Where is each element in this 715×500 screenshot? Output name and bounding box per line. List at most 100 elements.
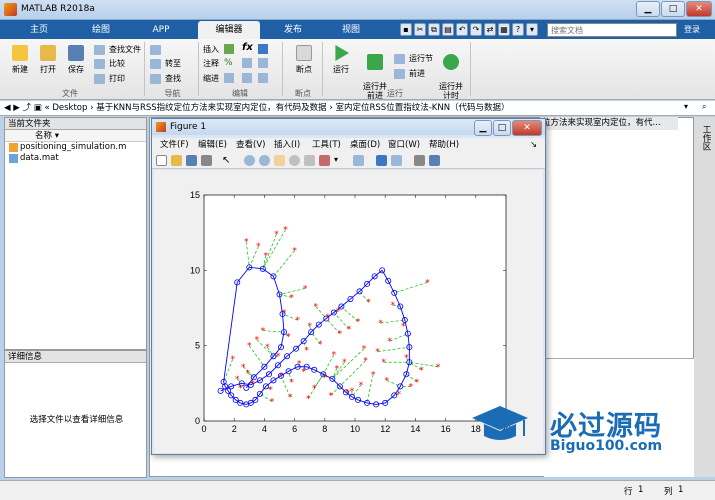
zoom-out-icon[interactable] (259, 155, 270, 166)
tab-plots[interactable]: 绘图 (70, 21, 132, 39)
nav-back-button[interactable] (150, 44, 165, 56)
zoom-in-icon[interactable] (244, 155, 255, 166)
wrap-comment-icon[interactable] (242, 58, 252, 68)
quick-layout-icon[interactable]: ▦ (498, 23, 510, 36)
smart-indent-icon[interactable] (224, 73, 234, 83)
insert-section-icon[interactable] (224, 44, 234, 54)
comment-button[interactable]: 注释 (203, 58, 219, 69)
save-button[interactable]: 保存 (64, 45, 88, 75)
tab-apps[interactable]: APP (130, 21, 192, 39)
help-icon[interactable]: ? (512, 23, 524, 36)
figure-maximize-button[interactable]: □ (493, 120, 511, 136)
advance-button[interactable]: 前进 (394, 68, 425, 80)
menu-help[interactable]: 帮助(H) (429, 138, 459, 152)
tab-publish[interactable]: 发布 (262, 21, 324, 39)
quick-undo-icon[interactable]: ↶ (456, 23, 468, 36)
uncomment-icon[interactable] (258, 58, 268, 68)
current-folder-address-bar[interactable]: ◀ ▶ ⤴ ▣ « Desktop › 基于KNN与RSS指纹定位方法来实现室内… (0, 101, 715, 116)
back-arrow-icon[interactable]: ◀ ▶ (4, 103, 20, 113)
data-cursor-icon[interactable] (304, 155, 315, 166)
menu-dock-icon[interactable]: ↘ (530, 138, 537, 152)
edit-plot-arrow-icon[interactable]: ↖ (222, 155, 233, 166)
quick-access-dropdown-icon[interactable]: ▾ (526, 23, 538, 36)
quick-save-icon[interactable]: ▪ (400, 23, 412, 36)
figure-minimize-button[interactable]: ▁ (474, 120, 492, 136)
run-section-button[interactable]: 运行节 (394, 53, 433, 65)
run-label: 运行 (333, 65, 349, 74)
quick-cut-icon[interactable]: ✂ (414, 23, 426, 36)
insert-function-icon[interactable] (258, 44, 268, 54)
compare-button[interactable]: 比较 (94, 58, 125, 70)
new-figure-icon[interactable] (156, 155, 167, 166)
increase-indent-icon[interactable] (242, 73, 252, 83)
quick-paste-icon[interactable]: ▤ (442, 23, 454, 36)
tab-view[interactable]: 视图 (320, 21, 382, 39)
search-docs-input[interactable] (547, 23, 677, 37)
new-button[interactable]: 新建 (8, 45, 32, 75)
tab-editor[interactable]: 编辑器 (198, 21, 260, 39)
col-value: 1 (678, 485, 684, 495)
browse-folder-icon[interactable]: ▣ (34, 103, 42, 113)
maximize-button[interactable]: □ (661, 1, 685, 17)
hide-plot-tools-icon[interactable] (414, 155, 425, 166)
col-label: 列 (664, 487, 673, 497)
insert-button[interactable]: 插入 (203, 44, 219, 55)
link-plot-icon[interactable] (353, 155, 364, 166)
menu-window[interactable]: 窗口(W) (388, 138, 420, 152)
estimate-star-marker: * (250, 379, 255, 389)
menu-file[interactable]: 文件(F) (160, 138, 189, 152)
search-icon[interactable]: ⌕ (702, 102, 706, 112)
print-button[interactable]: 打印 (94, 73, 125, 85)
legend-icon[interactable] (391, 155, 402, 166)
estimate-star-marker: * (244, 238, 249, 248)
quick-copy-icon[interactable]: ⧉ (428, 23, 440, 36)
menu-desktop[interactable]: 桌面(D) (350, 138, 380, 152)
file-item-data-mat[interactable]: data.mat (5, 153, 146, 164)
tab-home[interactable]: 主页 (8, 21, 70, 39)
watermark-sub-text: Biguo100.com (550, 438, 663, 454)
percent-comment-icon[interactable]: % (224, 58, 233, 68)
estimate-star-marker: * (323, 373, 328, 383)
menu-view[interactable]: 查看(V) (236, 138, 265, 152)
indent-button[interactable]: 缩进 (203, 73, 219, 84)
file-item-positioning-simulation[interactable]: positioning_simulation.m (5, 142, 146, 153)
breakpoints-button[interactable]: 断点 (290, 45, 318, 75)
pan-hand-icon[interactable] (274, 155, 285, 166)
name-column-header[interactable]: 名称 ▾ (5, 130, 146, 142)
brush-dropdown-icon[interactable]: ▾ (334, 155, 345, 166)
rotate-3d-icon[interactable] (289, 155, 300, 166)
decrease-indent-icon[interactable] (258, 73, 268, 83)
show-plot-tools-icon[interactable] (429, 155, 440, 166)
group-navigate-label: 导航 (164, 89, 181, 98)
run-button[interactable]: 运行 (328, 45, 354, 75)
menu-edit[interactable]: 编辑(E) (198, 138, 227, 152)
editor-tab[interactable]: 位方法来实现室内定位，有代... (540, 117, 678, 130)
find-files-button[interactable]: 查找文件 (94, 44, 141, 56)
figure-close-button[interactable]: ✕ (512, 120, 542, 136)
menu-insert[interactable]: 插入(I) (274, 138, 300, 152)
address-dropdown-icon[interactable]: ▾ (684, 102, 688, 111)
open-file-icon[interactable] (171, 155, 182, 166)
goto-button[interactable]: 转至 (150, 58, 181, 70)
fx-button[interactable]: fx (242, 42, 253, 53)
figure-title-bar[interactable]: Figure 1 ▁ □ ✕ (152, 119, 545, 136)
close-button[interactable]: ✕ (686, 1, 712, 17)
menu-tools[interactable]: 工具(T) (312, 138, 341, 152)
find-button[interactable]: 查找 (150, 73, 181, 85)
x-tick-label: 12 (380, 424, 390, 434)
address-path[interactable]: « Desktop › 基于KNN与RSS指纹定位方法来实现室内定位，有代码及数… (44, 103, 509, 113)
estimate-star-marker: * (279, 372, 284, 382)
run-time-button[interactable]: 运行并 计时 (436, 45, 466, 100)
save-figure-icon[interactable] (186, 155, 197, 166)
estimate-star-marker: * (276, 352, 281, 362)
quick-switch-icon[interactable]: ⇄ (484, 23, 496, 36)
print-figure-icon[interactable] (201, 155, 212, 166)
colorbar-icon[interactable] (376, 155, 387, 166)
up-folder-icon[interactable]: ⤴ (22, 103, 31, 113)
minimize-button[interactable]: ▁ (636, 1, 660, 17)
login-link[interactable]: 登录 (684, 24, 700, 35)
workspace-label[interactable]: 工作区 (700, 125, 712, 151)
open-button[interactable]: 打开 (36, 45, 60, 75)
brush-icon[interactable] (319, 155, 330, 166)
quick-redo-icon[interactable]: ↷ (470, 23, 482, 36)
